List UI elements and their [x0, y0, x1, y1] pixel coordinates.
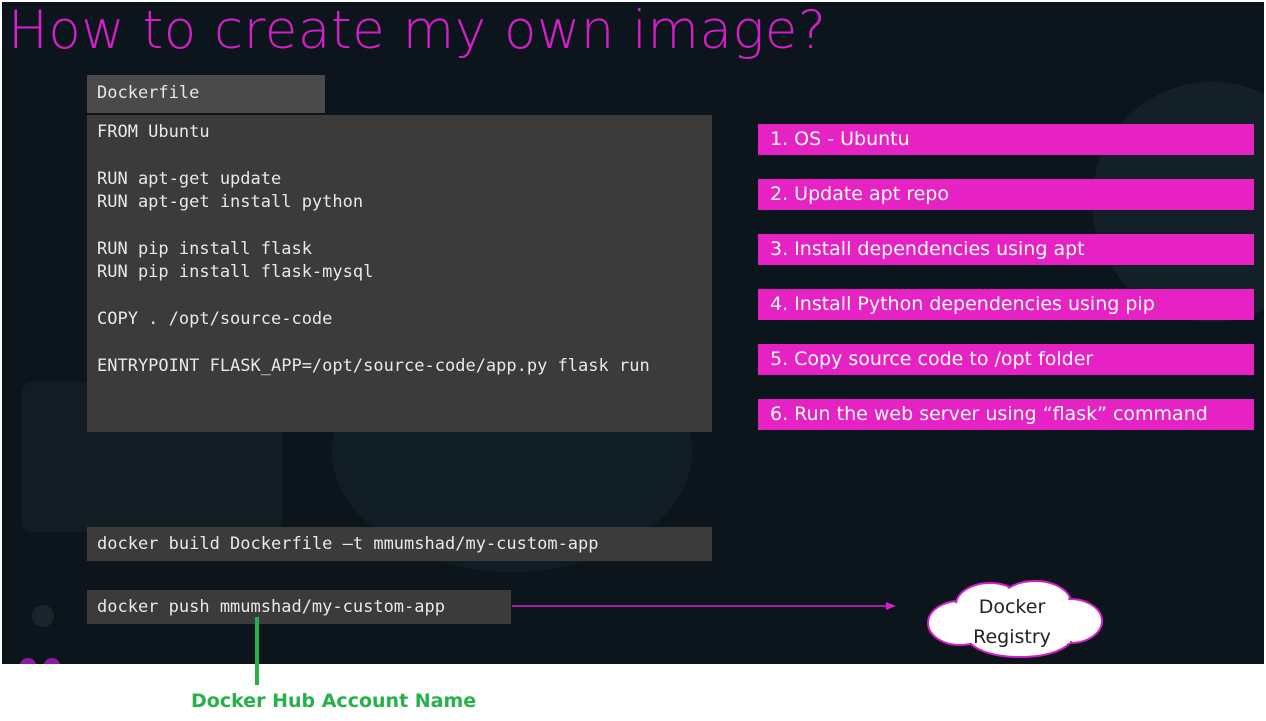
decorative-dot: [44, 658, 60, 664]
code-line: ENTRYPOINT FLASK_APP=/opt/source-code/ap…: [97, 355, 650, 376]
step-os: 1. OS - Ubuntu: [758, 124, 1254, 155]
step-copy-source: 5. Copy source code to /opt folder: [758, 344, 1254, 375]
code-line: FROM Ubuntu: [97, 122, 210, 142]
code-line: RUN apt-get install python: [97, 192, 364, 213]
push-command: docker push mmumshad/my-custom-app: [87, 590, 511, 624]
slide: How to create my own image? Dockerfile F…: [2, 2, 1264, 664]
step-run-server: 6. Run the web server using “flask” comm…: [758, 399, 1254, 430]
code-line: RUN pip install flask: [97, 238, 312, 259]
account-name-annotation: Docker Hub Account Name: [191, 690, 477, 712]
dockerfile-code-block: FROM Ubuntu RUN apt-get update RUN apt-g…: [87, 115, 712, 432]
code-line: COPY . /opt/source-code: [97, 309, 333, 330]
code-line: RUN apt-get update: [97, 168, 282, 189]
slide-title: How to create my own image?: [8, 2, 827, 61]
account-name-pointer: [255, 617, 259, 685]
step-update-repo: 2. Update apt repo: [758, 179, 1254, 210]
step-install-pip: 4. Install Python dependencies using pip: [758, 289, 1254, 320]
step-install-apt: 3. Install dependencies using apt: [758, 234, 1254, 265]
push-arrow: [512, 602, 896, 610]
steps-list: 1. OS - Ubuntu 2. Update apt repo 3. Ins…: [758, 124, 1254, 454]
registry-label-line2: Registry: [973, 626, 1051, 648]
registry-label-line1: Docker: [978, 596, 1046, 618]
decorative-dot: [32, 605, 54, 627]
decorative-dot: [20, 658, 36, 664]
dockerfile-tab: Dockerfile: [87, 75, 325, 113]
registry-label: Docker Registry: [942, 592, 1082, 652]
build-command: docker build Dockerfile –t mmumshad/my-c…: [87, 527, 712, 561]
code-line: RUN pip install flask-mysql: [97, 262, 374, 283]
